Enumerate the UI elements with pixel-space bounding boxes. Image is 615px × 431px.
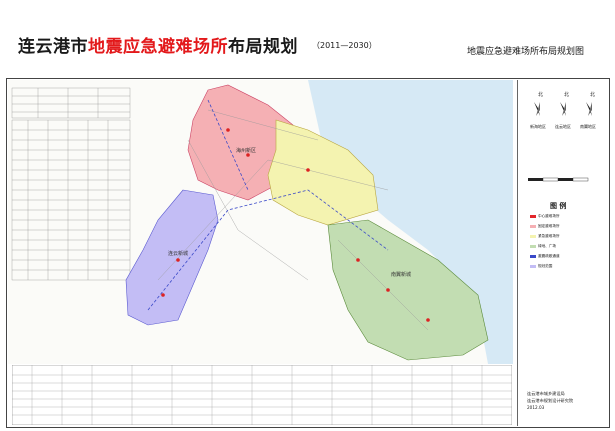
svg-text:新海地区: 新海地区: [530, 123, 546, 129]
scale-bar: [528, 177, 589, 182]
legend-item: 规划范围: [530, 264, 552, 269]
legend-panel: 北 新海地区 北 连云地区 北 南翼地区: [517, 80, 610, 426]
legend-item: 中心避难场所: [530, 214, 560, 219]
title-bar: 连云港市地震应急避难场所布局规划 （2011—2030） 地震应急避难场所布局规…: [0, 0, 615, 62]
credit-line: 连云港市城乡建设局: [527, 391, 565, 396]
legend-item: 固定避难场所: [530, 224, 560, 229]
credit-line: 连云港市规划设计研究院: [527, 398, 574, 403]
compass-icon: 北 连云地区: [555, 91, 571, 129]
legend-title: 图 例: [550, 202, 567, 210]
compass-icon: 北 新海地区: [530, 91, 546, 129]
svg-text:连云地区: 连云地区: [555, 123, 571, 129]
map-svg: 海州新区 连云新城 南翼新城: [8, 80, 513, 364]
compass-icon: 北 南翼地区: [580, 91, 596, 129]
credit-line: 2012.03: [527, 405, 545, 410]
svg-text:北: 北: [590, 91, 595, 98]
legend-item: 紧急避难场所: [530, 234, 560, 239]
district-label-3: 南翼新城: [391, 271, 411, 278]
district-label-1: 海州新区: [236, 147, 256, 154]
legend-item: 避震疏散通道: [530, 254, 560, 259]
legend-item: 绿地、广场: [530, 244, 556, 249]
svg-text:北: 北: [538, 91, 543, 98]
svg-text:北: 北: [564, 91, 569, 98]
title-years: （2011—2030）: [312, 41, 377, 50]
compass-group: 北 新海地区 北 连云地区 北 南翼地区: [530, 91, 596, 129]
map-area[interactable]: 海州新区 连云新城 南翼新城: [8, 80, 513, 364]
summary-table: [11, 364, 513, 426]
district-label-2: 连云新城: [168, 250, 188, 257]
map-subtitle: 地震应急避难场所布局规划图: [467, 47, 585, 57]
summary-table-grid: [11, 364, 513, 426]
svg-text:南翼地区: 南翼地区: [580, 123, 596, 129]
page-title: 连云港市地震应急避难场所布局规划: [18, 37, 298, 57]
